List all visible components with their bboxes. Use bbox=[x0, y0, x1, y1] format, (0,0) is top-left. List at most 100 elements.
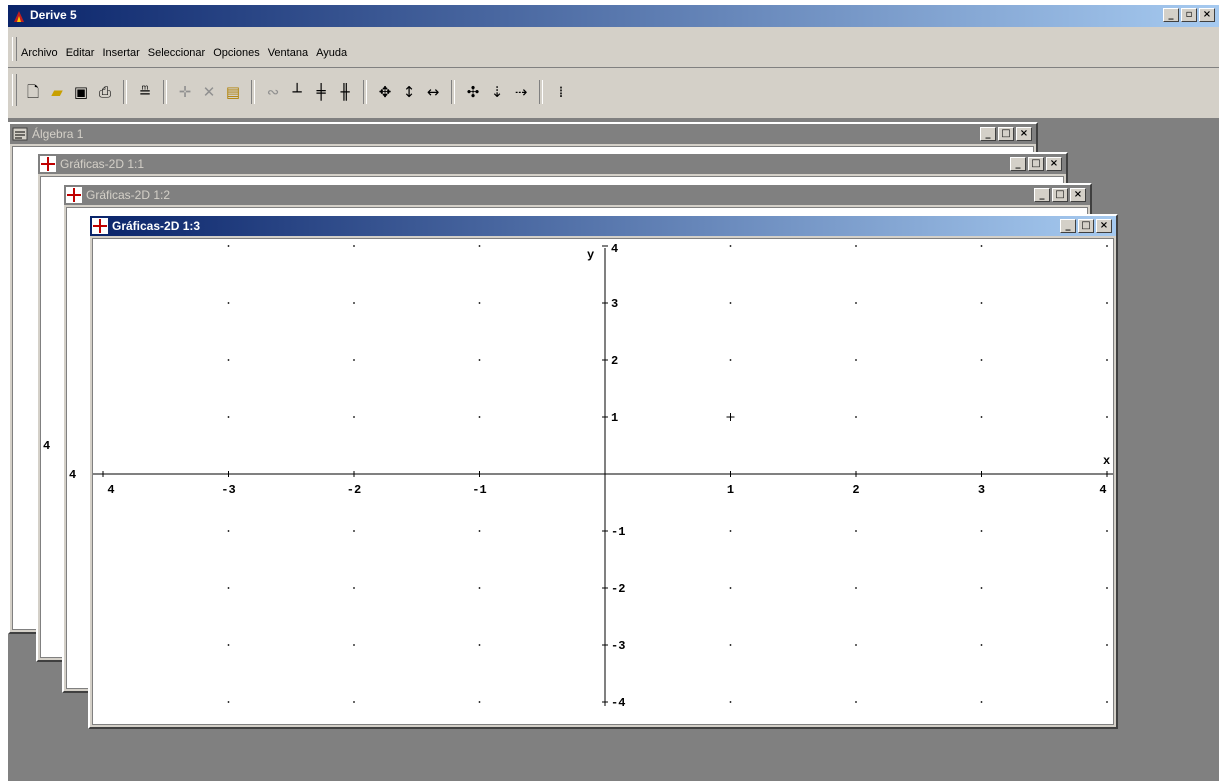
zoom-in-vertical-icon[interactable]: ↕ bbox=[400, 82, 418, 102]
grid-dot bbox=[980, 359, 983, 361]
y-tick-label: -2 bbox=[611, 582, 625, 596]
algebra-window-caption[interactable]: Álgebra 1 _ □ × bbox=[10, 124, 1036, 144]
graph-1-3-maximize-button[interactable]: □ bbox=[1078, 219, 1094, 233]
zoom-in-both-icon[interactable]: ✥ bbox=[376, 82, 394, 102]
y-tick-label: -3 bbox=[611, 639, 625, 653]
center-origin-icon[interactable]: ┴ bbox=[288, 82, 306, 102]
grid-dot bbox=[1106, 359, 1108, 361]
graph-1-2-maximize-button[interactable]: □ bbox=[1052, 188, 1068, 202]
graph-window-icon bbox=[66, 187, 82, 203]
save-icon[interactable]: ▣ bbox=[72, 82, 90, 102]
grid-dot bbox=[353, 644, 355, 646]
grid-dot bbox=[855, 644, 857, 646]
graph-window-1-2-title: Gráficas-2D 1:2 bbox=[86, 188, 171, 202]
algebra-maximize-button[interactable]: □ bbox=[998, 127, 1014, 141]
grid-dot bbox=[855, 701, 857, 703]
app-window-controls: _ ▫ × bbox=[1163, 8, 1215, 22]
graph-1-3-close-button[interactable]: × bbox=[1096, 219, 1112, 233]
annotate-icon[interactable]: ▤ bbox=[224, 82, 242, 102]
grid-dot bbox=[227, 644, 230, 646]
algebra-window-title: Álgebra 1 bbox=[32, 127, 84, 141]
y-tick-label: -1 bbox=[611, 525, 625, 539]
menu-grip[interactable] bbox=[12, 37, 17, 61]
menu-bar: Archivo Editar Insertar Seleccionar Opci… bbox=[8, 27, 1219, 68]
x-tick-label: 3 bbox=[978, 483, 985, 497]
grid-dot bbox=[980, 302, 983, 304]
grid-dot bbox=[980, 587, 983, 589]
set-range-icon[interactable]: ╪ bbox=[312, 82, 330, 102]
grid-dot bbox=[855, 587, 857, 589]
graph-1-3-minimize-button[interactable]: _ bbox=[1060, 219, 1076, 233]
graph-1-2-minimize-button[interactable]: _ bbox=[1034, 188, 1050, 202]
graph-window-1-1-caption[interactable]: Gráficas-2D 1:1 _ □ × bbox=[38, 154, 1066, 174]
y-axis-label: y bbox=[587, 248, 594, 262]
graph-window-icon bbox=[40, 156, 56, 172]
graph-1-1-edge-label: 4 bbox=[43, 439, 51, 453]
graph-window-1-3-title: Gráficas-2D 1:3 bbox=[112, 219, 201, 233]
grid-dot bbox=[227, 701, 230, 703]
open-folder-icon[interactable]: ▰ bbox=[48, 82, 66, 102]
graph-window-1-2-caption[interactable]: Gráficas-2D 1:2 _ □ × bbox=[64, 185, 1090, 205]
toolbar-grip[interactable] bbox=[12, 74, 17, 106]
delete-plot-icon[interactable]: ✕ bbox=[200, 82, 218, 102]
new-file-icon[interactable]: 🗋 bbox=[24, 82, 42, 102]
app-restore-button[interactable]: ▫ bbox=[1181, 8, 1197, 22]
grid-dot bbox=[1106, 530, 1108, 532]
grid-dot bbox=[980, 416, 983, 418]
grid-dot bbox=[478, 530, 481, 532]
plot-point-icon[interactable]: ✛ bbox=[176, 82, 194, 102]
zoom-out-horizontal-icon[interactable]: ⇢ bbox=[512, 82, 530, 102]
author-expression-icon[interactable]: ≞ bbox=[136, 82, 154, 102]
set-range-2-icon[interactable]: ╫ bbox=[336, 82, 354, 102]
algebra-minimize-button[interactable]: _ bbox=[980, 127, 996, 141]
app-minimize-button[interactable]: _ bbox=[1163, 8, 1179, 22]
menu-archivo[interactable]: Archivo bbox=[20, 47, 59, 59]
grid-dot bbox=[1106, 644, 1108, 646]
app-title: Derive 5 bbox=[30, 8, 77, 22]
graph-1-1-close-button[interactable]: × bbox=[1046, 157, 1062, 171]
grid-dot bbox=[227, 245, 230, 247]
derive-app-window: Derive 5 _ ▫ × Archivo Editar Insertar S… bbox=[8, 5, 1219, 781]
grid-dot bbox=[729, 302, 732, 304]
grid-dot bbox=[1106, 701, 1108, 703]
app-title-bar[interactable]: Derive 5 _ ▫ × bbox=[8, 5, 1219, 27]
graph-1-1-maximize-button[interactable]: □ bbox=[1028, 157, 1044, 171]
grid-dot bbox=[478, 245, 481, 247]
app-close-button[interactable]: × bbox=[1199, 8, 1215, 22]
algebra-close-button[interactable]: × bbox=[1016, 127, 1032, 141]
grid-dot bbox=[478, 359, 481, 361]
zoom-out-vertical-icon[interactable]: ⇣ bbox=[488, 82, 506, 102]
menu-opciones[interactable]: Opciones bbox=[212, 47, 260, 59]
x-tick-label: -3 bbox=[221, 483, 235, 497]
grid-dot bbox=[1106, 587, 1108, 589]
grid-dot bbox=[227, 359, 230, 361]
algebra-window-icon[interactable]: ⁞ bbox=[552, 82, 570, 102]
y-tick-label: 2 bbox=[611, 354, 618, 368]
zoom-in-horizontal-icon[interactable]: ↔ bbox=[424, 82, 442, 102]
graph-window-1-3-client[interactable]: 4 -3 -2 -1 1 2 3 4 4 3 2 1 -1 -2 -3 -4 x y bbox=[92, 238, 1114, 725]
x-tick-label: 4 bbox=[1099, 483, 1106, 497]
toolbar-separator bbox=[123, 80, 127, 104]
graph-1-1-minimize-button[interactable]: _ bbox=[1010, 157, 1026, 171]
toolbar-separator bbox=[539, 80, 543, 104]
menu-insertar[interactable]: Insertar bbox=[101, 47, 140, 59]
zoom-out-both-icon[interactable]: ✣ bbox=[464, 82, 482, 102]
grid-dot bbox=[353, 530, 355, 532]
menu-seleccionar[interactable]: Seleccionar bbox=[147, 47, 206, 59]
grid-dot bbox=[478, 416, 481, 418]
plot-area[interactable]: 4 -3 -2 -1 1 2 3 4 4 3 2 1 -1 -2 -3 -4 x y bbox=[93, 239, 1113, 724]
menu-editar[interactable]: Editar bbox=[65, 47, 96, 59]
trace-icon[interactable]: ∾ bbox=[264, 82, 282, 102]
x-tick-label: -2 bbox=[347, 483, 361, 497]
print-icon[interactable]: ⎙ bbox=[96, 82, 114, 102]
x-tick-label: 2 bbox=[852, 483, 859, 497]
graph-window-1-3-caption[interactable]: Gráficas-2D 1:3 _ □ × bbox=[90, 216, 1116, 236]
menu-ayuda[interactable]: Ayuda bbox=[315, 47, 348, 59]
graph-1-2-close-button[interactable]: × bbox=[1070, 188, 1086, 202]
menu-ventana[interactable]: Ventana bbox=[267, 47, 309, 59]
graph-window-1-3[interactable]: Gráficas-2D 1:3 _ □ × 4 -3 -2 -1 1 2 3 4 4 3 2 1 -1 -… bbox=[88, 214, 1118, 729]
grid-dot bbox=[1106, 416, 1108, 418]
grid-dot bbox=[980, 701, 983, 703]
toolbar-separator bbox=[363, 80, 367, 104]
grid-dot bbox=[227, 416, 230, 418]
